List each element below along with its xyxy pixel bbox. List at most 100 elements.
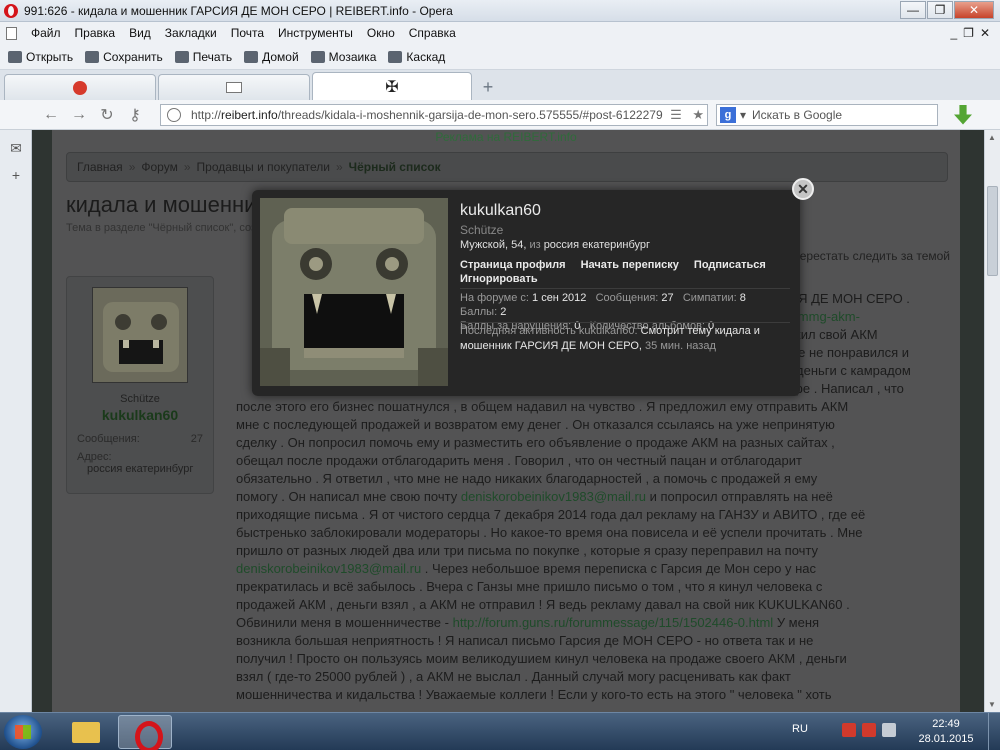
explorer-taskbar-icon[interactable]: [58, 715, 112, 749]
close-window-button[interactable]: ✕: [954, 0, 994, 19]
username-link[interactable]: kukulkan60: [67, 407, 213, 423]
tray-opera-icon[interactable]: [842, 723, 856, 737]
search-engine-dropdown-icon[interactable]: ▾: [740, 108, 746, 122]
main-toolbar: Открыть Сохранить Печать Домой Мозаика К…: [0, 44, 1000, 70]
side-panel: ✉ +: [0, 130, 32, 712]
back-arrow-icon[interactable]: ←: [40, 106, 62, 124]
messages-value[interactable]: 27: [661, 292, 673, 304]
opera-taskbar-icon[interactable]: [118, 715, 172, 750]
start-conversation-link[interactable]: Начать переписку: [581, 259, 679, 271]
new-tab-button[interactable]: +: [478, 77, 498, 97]
mdi-close-button[interactable]: ✕: [980, 26, 990, 40]
menu-view[interactable]: Вид: [129, 26, 151, 40]
key-icon[interactable]: ⚷: [124, 105, 146, 125]
menu-edit[interactable]: Правка: [75, 26, 116, 40]
clock[interactable]: 22:49 28.01.2015: [918, 717, 974, 747]
follow-link[interactable]: Подписаться: [694, 259, 766, 271]
keyboard-language[interactable]: RU: [792, 723, 808, 735]
cascade-label: Каскад: [406, 49, 446, 64]
tab-2[interactable]: [158, 74, 310, 100]
show-desktop-button[interactable]: [988, 713, 1000, 750]
mosaic-button[interactable]: Мозаика: [310, 50, 376, 64]
mosaic-icon: [310, 50, 325, 63]
bookmark-star-icon[interactable]: ★: [689, 107, 707, 123]
member-name[interactable]: kukulkan60: [460, 202, 541, 220]
reload-icon[interactable]: ↻: [96, 105, 118, 125]
unfollow-thread-link[interactable]: Перестать следить за темой: [791, 249, 950, 263]
email-link[interactable]: deniskorobeinikov1983@mail.ru: [236, 561, 421, 576]
post-line: приходящие письма . Я от чистого сердца …: [236, 507, 866, 522]
points-value[interactable]: 2: [500, 306, 506, 318]
breadcrumb-home[interactable]: Главная: [77, 160, 123, 174]
menu-file[interactable]: Файл: [31, 26, 61, 40]
post-line: помогу . Он написал мне свою почту denis…: [236, 488, 948, 506]
mdi-minimize-button[interactable]: _: [950, 26, 957, 40]
breadcrumb-forum[interactable]: Форум: [141, 160, 177, 174]
scroll-up-icon[interactable]: ▲: [988, 133, 996, 142]
popup-close-button[interactable]: ✕: [792, 178, 814, 200]
url-host: reibert.info: [221, 107, 278, 122]
post-line: прекратилась и всё забылось . Вчера с Га…: [236, 579, 823, 594]
window-controls: — ❐ ✕: [899, 0, 994, 21]
activity-label: Последняя активность kukulkan60:: [460, 325, 641, 337]
post-line: Обвинили меня в мошенничестве - http://f…: [236, 614, 948, 632]
ignore-link[interactable]: Игнорировать: [460, 273, 538, 285]
start-button[interactable]: [4, 715, 42, 749]
menu-help[interactable]: Справка: [409, 26, 456, 40]
tray-volume-icon[interactable]: [882, 723, 896, 737]
search-field[interactable]: g ▾ Искать в Google: [716, 103, 938, 126]
download-icon[interactable]: [954, 104, 972, 125]
messages-count: 27: [190, 433, 203, 445]
email-link[interactable]: deniskorobeinikov1983@mail.ru: [461, 489, 646, 504]
minimize-button[interactable]: —: [900, 0, 926, 19]
tray-network-icon[interactable]: [862, 723, 876, 737]
tab-1[interactable]: [4, 74, 156, 100]
open-button[interactable]: Открыть: [8, 50, 73, 64]
mdi-restore-button[interactable]: ❐: [963, 26, 974, 40]
save-button[interactable]: Сохранить: [85, 50, 163, 64]
menu-tools[interactable]: Инструменты: [278, 26, 353, 40]
print-label: Печать: [192, 49, 233, 64]
home-button[interactable]: Домой: [244, 50, 299, 64]
url-input[interactable]: http://reibert.info/threads/kidala-i-mos…: [160, 103, 708, 126]
rss-icon[interactable]: ☰: [667, 107, 685, 123]
likes-value: 8: [739, 292, 746, 304]
forward-arrow-icon[interactable]: →: [68, 106, 90, 124]
post-line: возникла большая неприятность ! Я написа…: [236, 633, 814, 648]
maximize-button[interactable]: ❐: [927, 0, 953, 19]
divider: [460, 322, 790, 323]
breadcrumb-blacklist[interactable]: Чёрный список: [349, 160, 441, 174]
home-icon: [244, 50, 259, 63]
menu-bookmarks[interactable]: Закладки: [165, 26, 217, 40]
page-scrollbar[interactable]: ▲ ▼: [984, 130, 1000, 712]
url-prefix: http://: [191, 107, 222, 122]
profile-page-link[interactable]: Страница профиля: [460, 259, 566, 271]
panel-mail-icon[interactable]: ✉: [0, 140, 32, 157]
cascade-icon: [388, 50, 403, 63]
menu-window[interactable]: Окно: [367, 26, 395, 40]
panel-add-icon[interactable]: +: [0, 167, 32, 183]
print-button[interactable]: Печать: [174, 49, 233, 64]
ads-link[interactable]: Реклама на REIBERT.info: [52, 130, 960, 144]
globe-icon: [167, 107, 181, 122]
post-text-part: . Через небольшое время переписка с Гарс…: [421, 561, 817, 576]
scrollbar-thumb[interactable]: [987, 186, 998, 276]
open-label: Открыть: [26, 49, 74, 64]
cascade-button[interactable]: Каскад: [388, 50, 445, 64]
save-icon: [85, 50, 100, 63]
forum-link[interactable]: http://forum.guns.ru/forummessage/115/15…: [453, 615, 774, 630]
likes-label: Симпатии:: [682, 292, 740, 304]
post-line: обещал после продажи отблагодарить меня …: [236, 453, 802, 468]
tab-3-active[interactable]: ✠: [312, 72, 472, 100]
url-path: /threads/kidala-i-moshennik-garsija-de-m…: [277, 107, 663, 122]
scroll-down-icon[interactable]: ▼: [988, 700, 996, 709]
menu-mail[interactable]: Почта: [231, 26, 264, 40]
post-text-part: У меня: [773, 615, 820, 630]
breadcrumb-sellers[interactable]: Продавцы и покупатели: [197, 160, 330, 174]
avatar[interactable]: [92, 287, 188, 383]
document-icon: [6, 26, 17, 40]
printer-icon: [174, 50, 189, 63]
member-gender-age: Мужской, 54,: [460, 239, 530, 251]
search-placeholder: Искать в Google: [752, 107, 843, 122]
member-location[interactable]: россия екатеринбург: [544, 239, 650, 251]
